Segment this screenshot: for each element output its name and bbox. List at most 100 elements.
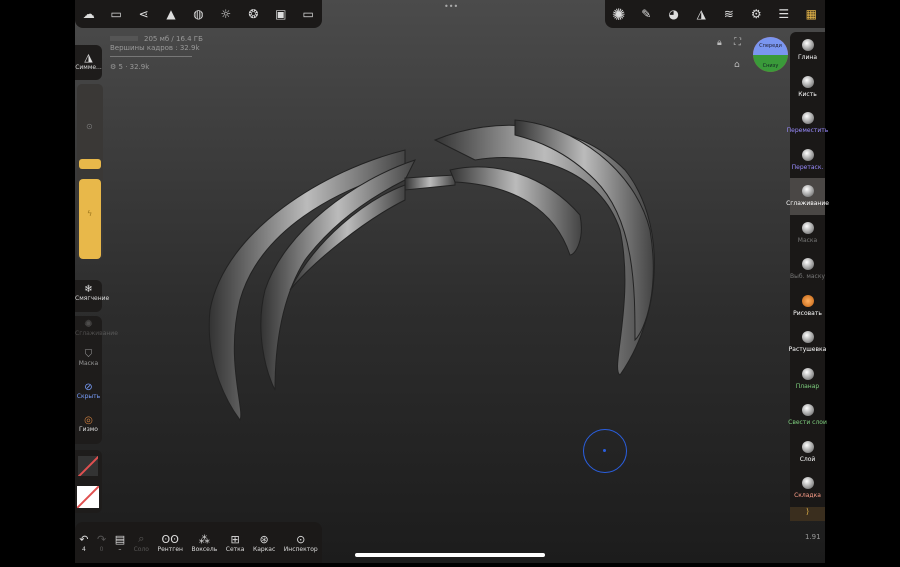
tool-label: Слой [799, 455, 816, 463]
tool-8[interactable]: Растушевка [788, 324, 827, 361]
tool-4[interactable]: Сглаживание [786, 178, 829, 215]
voxel-icon: ⁂ [198, 532, 210, 546]
solo-button[interactable]: ⌕ Соло [134, 532, 149, 553]
divider [110, 56, 192, 57]
primary-color-swatch[interactable] [77, 486, 99, 508]
grid-icon: ⊞ [230, 532, 240, 546]
viewport[interactable]: ••• [75, 0, 825, 563]
tool-label: Планар [795, 382, 820, 390]
tool-icon [801, 331, 814, 344]
tool-icon [801, 477, 814, 490]
undo-button[interactable]: ↶ 4 [79, 533, 88, 553]
tool-2[interactable]: Переместить [787, 105, 828, 142]
symmetry-button[interactable]: ◮ Симме... [75, 45, 102, 80]
tool-9[interactable]: Планар [790, 361, 825, 398]
redo-label: 0 [99, 545, 104, 553]
voxel-button[interactable]: ⁂ Воксель [191, 533, 217, 553]
home-icon[interactable]: ⌂ [734, 60, 740, 70]
vertices-stat: Вершины кадров : 32.9k [110, 44, 200, 52]
tool-10[interactable]: Свести слои [788, 397, 827, 434]
brush-sliders: ⊙ ϟ [77, 84, 103, 259]
symmetry-icon: ◮ [84, 51, 93, 64]
tool-icon [801, 258, 814, 271]
left-tools: ✺ Сглаживание ⛉ Маска ⊘ Скрыть ◎ Гизмо [75, 316, 118, 444]
symmetry-icon[interactable]: ◮ [692, 5, 710, 23]
smooth-toggle[interactable]: ❄ Смягчение [75, 280, 110, 312]
tool-icon [801, 221, 814, 234]
undo-icon: ↶ [79, 532, 89, 546]
xray-button[interactable]: ʘʘ Рентген [157, 533, 183, 553]
folder-icon[interactable]: ▭ [107, 5, 125, 23]
color-swatches [75, 450, 102, 513]
redo-button[interactable]: ↷ 0 [97, 533, 106, 553]
tool-7[interactable]: Рисовать [790, 288, 825, 325]
share-icon[interactable]: ⋖ [135, 5, 153, 23]
tool-icon [801, 39, 814, 52]
fullscreen-icon[interactable]: ⛶ [734, 37, 741, 48]
xray-icon: ʘʘ [161, 532, 179, 546]
tool-5[interactable]: Маска [790, 215, 825, 252]
tool-palette: Глина Кисть Переместить Перетаск. Сглаживани… [786, 32, 829, 521]
frame-icon: ⊛ [259, 532, 269, 546]
home-indicator[interactable] [355, 553, 545, 557]
layers-icon[interactable]: ≋ [720, 5, 738, 23]
tool-label: Кисть [798, 90, 817, 98]
hide-button[interactable]: ⊘ Скрыть [75, 379, 102, 412]
objects-stat: ⚙ 5 · 32.9k [110, 63, 150, 71]
sliders-icon[interactable]: ☰ [775, 5, 793, 23]
multitask-dots[interactable]: ••• [444, 2, 458, 11]
pencil-icon[interactable]: ✎ [637, 5, 655, 23]
wireframe-button[interactable]: ▤ – [115, 533, 125, 553]
tool-icon [801, 367, 814, 380]
tool-label: Сглаживание [786, 200, 829, 208]
tool-label: Перетаск. [791, 163, 824, 171]
smooth-label: Смягчение [75, 295, 110, 302]
tool-11[interactable]: Слой [790, 434, 825, 471]
voxel-label: Воксель [191, 545, 218, 553]
postprocess-icon[interactable]: ❂ [244, 5, 262, 23]
inspector-icon: ⊙ [296, 532, 306, 546]
tool-label: Растушевка [788, 346, 827, 354]
lock-icon[interactable]: 🔒︎ [717, 38, 722, 48]
tool-1[interactable]: Кисть [790, 69, 825, 106]
brush-alpha-icon[interactable]: ✺ [610, 5, 628, 24]
bottom-toolbar: ↶ 4 ↷ 0 ▤ – ⌕ Соло ʘʘ Рентген ⁂ Воксель ⊞ Сетка ⊛ Карка… [75, 522, 322, 563]
palette-icon[interactable]: ◕ [665, 5, 683, 23]
scene-icon[interactable]: ▲ [162, 5, 180, 23]
tool-label: Свести слои [788, 419, 827, 427]
expand-tools-button[interactable]: ⟩ [790, 506, 825, 521]
frame-label: Каркас [252, 545, 276, 553]
tool-label: Переместить [786, 127, 829, 135]
tool-icon [801, 148, 814, 161]
tool-12[interactable]: Складка [790, 470, 825, 507]
frame-button[interactable]: ⊛ Каркас [253, 533, 275, 553]
cursor-ring [583, 429, 627, 473]
view-cube[interactable]: Спереди Снизу [753, 37, 788, 72]
mask-button[interactable]: ⛉ Маска [75, 346, 102, 379]
grid-label: Сетка [225, 545, 245, 553]
inspector-button[interactable]: ⊙ Инспектор [284, 533, 318, 553]
tool-label: Выб. маску [789, 273, 826, 281]
top-left-toolbar: ☁ ▭ ⋖ ▲ ◍ ☼ ❂ ▣ ▭ [75, 0, 322, 28]
gizmo-button[interactable]: ◎ Гизмо [75, 412, 102, 442]
image-icon[interactable]: ▣ [272, 5, 290, 23]
material-sphere-icon[interactable]: ◍ [189, 5, 207, 23]
tool-icon [801, 404, 814, 417]
memory-text: 205 мб / 16.4 ГБ [144, 35, 203, 43]
nomad-logo-icon[interactable]: ☁ [80, 5, 98, 23]
tool-0[interactable]: Глина [790, 32, 825, 69]
wireframe-icon: ▤ [114, 532, 126, 546]
video-icon[interactable]: ▭ [299, 5, 317, 23]
secondary-color-swatch[interactable] [78, 456, 98, 476]
quick-icon[interactable]: ▦ [802, 5, 820, 23]
tool-icon [801, 440, 814, 453]
tool-icon [801, 75, 814, 88]
tool-3[interactable]: Перетаск. [790, 142, 825, 179]
tool-6[interactable]: Выб. маску [790, 251, 825, 288]
radius-slider[interactable]: ⊙ [79, 84, 101, 169]
light-icon[interactable]: ☼ [217, 5, 235, 23]
smooth-disabled-button[interactable]: ✺ Сглаживание [75, 316, 118, 346]
intensity-slider[interactable]: ϟ [79, 179, 101, 259]
grid-button[interactable]: ⊞ Сетка [226, 533, 245, 553]
settings-icon[interactable]: ⚙ [747, 5, 765, 23]
